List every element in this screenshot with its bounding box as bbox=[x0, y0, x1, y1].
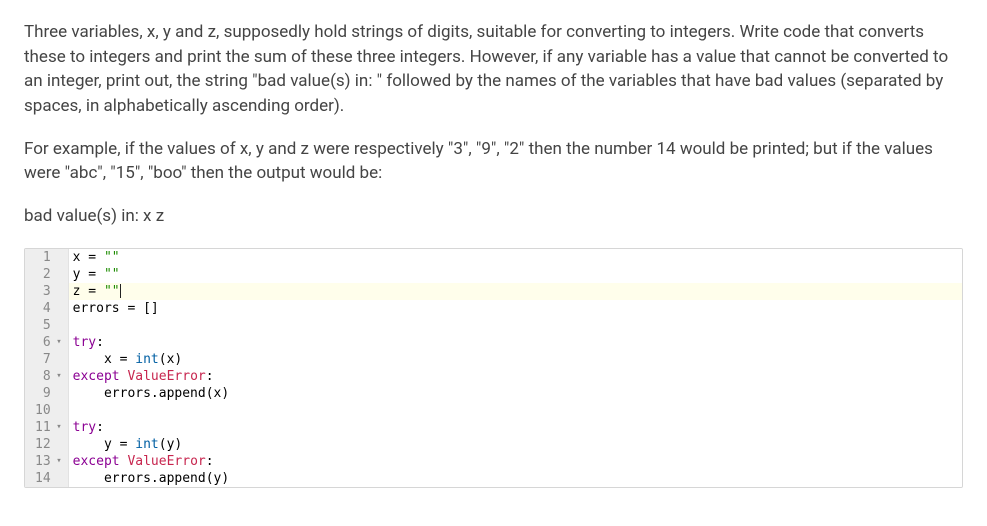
code-token: : bbox=[96, 335, 104, 350]
code-token: (x) bbox=[159, 352, 182, 367]
line-number: 3 bbox=[35, 283, 62, 300]
fold-toggle-icon[interactable]: ▾ bbox=[54, 334, 62, 351]
code-token: int bbox=[135, 352, 158, 367]
problem-paragraph-1: Three variables, x, y and z, supposedly … bbox=[24, 20, 963, 119]
code-token: int bbox=[135, 437, 158, 452]
code-line[interactable] bbox=[69, 317, 962, 334]
code-line[interactable]: errors.append(x) bbox=[69, 385, 962, 402]
code-token: errors.append(x) bbox=[73, 386, 230, 401]
code-line[interactable]: y = int(y) bbox=[69, 436, 962, 453]
code-line[interactable]: except ValueError: bbox=[69, 453, 962, 470]
code-token: : bbox=[206, 369, 214, 384]
code-line[interactable]: try: bbox=[69, 419, 962, 436]
line-number: 4 bbox=[35, 300, 62, 317]
line-number: 10 bbox=[35, 402, 62, 419]
code-token: z = bbox=[73, 284, 104, 299]
code-line[interactable]: errors = [] bbox=[69, 300, 962, 317]
code-token: except bbox=[73, 454, 120, 469]
editor-gutter: 123456▾78▾91011▾1213▾14 bbox=[25, 249, 69, 487]
code-token: : bbox=[206, 454, 214, 469]
line-number: 12 bbox=[35, 436, 62, 453]
fold-toggle-icon[interactable]: ▾ bbox=[54, 368, 62, 385]
code-line[interactable]: z = "" bbox=[69, 283, 962, 300]
code-editor[interactable]: 123456▾78▾91011▾1213▾14 x = ""y = ""z = … bbox=[24, 248, 963, 488]
code-line[interactable]: y = "" bbox=[69, 266, 962, 283]
code-token: "" bbox=[104, 284, 120, 299]
editor-code-area[interactable]: x = ""y = ""z = ""errors = []try: x = in… bbox=[69, 249, 962, 487]
line-number: 5 bbox=[35, 317, 62, 334]
code-token: ValueError bbox=[127, 369, 205, 384]
fold-toggle-icon[interactable]: ▾ bbox=[54, 419, 62, 436]
code-token: "" bbox=[104, 250, 120, 265]
code-line[interactable] bbox=[69, 402, 962, 419]
fold-toggle-icon[interactable]: ▾ bbox=[54, 453, 62, 470]
problem-paragraph-2: For example, if the values of x, y and z… bbox=[24, 137, 963, 186]
code-token: try bbox=[73, 420, 96, 435]
code-token: except bbox=[73, 369, 120, 384]
code-token: ValueError bbox=[127, 454, 205, 469]
code-token: "" bbox=[104, 267, 120, 282]
code-line[interactable]: x = "" bbox=[69, 249, 962, 266]
problem-paragraph-3: bad value(s) in: x z bbox=[24, 204, 963, 229]
line-number: 14 bbox=[35, 470, 62, 487]
code-line[interactable]: errors.append(y) bbox=[69, 470, 962, 487]
line-number: 13▾ bbox=[35, 453, 62, 470]
code-token: : bbox=[96, 420, 104, 435]
code-token: errors.append(y) bbox=[73, 471, 230, 486]
code-token: y = bbox=[73, 267, 104, 282]
code-line[interactable]: try: bbox=[69, 334, 962, 351]
code-line[interactable]: except ValueError: bbox=[69, 368, 962, 385]
line-number: 9 bbox=[35, 385, 62, 402]
text-cursor bbox=[120, 284, 121, 298]
code-token: try bbox=[73, 335, 96, 350]
line-number: 1 bbox=[35, 249, 62, 266]
line-number: 7 bbox=[35, 351, 62, 368]
code-token: y = bbox=[73, 437, 136, 452]
code-line[interactable]: x = int(x) bbox=[69, 351, 962, 368]
code-token: (y) bbox=[159, 437, 182, 452]
line-number: 2 bbox=[35, 266, 62, 283]
code-token: errors = [] bbox=[73, 301, 159, 316]
problem-description: Three variables, x, y and z, supposedly … bbox=[0, 0, 987, 228]
line-number: 11▾ bbox=[35, 419, 62, 436]
line-number: 8▾ bbox=[35, 368, 62, 385]
line-number: 6▾ bbox=[35, 334, 62, 351]
code-token: x = bbox=[73, 352, 136, 367]
code-token: x = bbox=[73, 250, 104, 265]
